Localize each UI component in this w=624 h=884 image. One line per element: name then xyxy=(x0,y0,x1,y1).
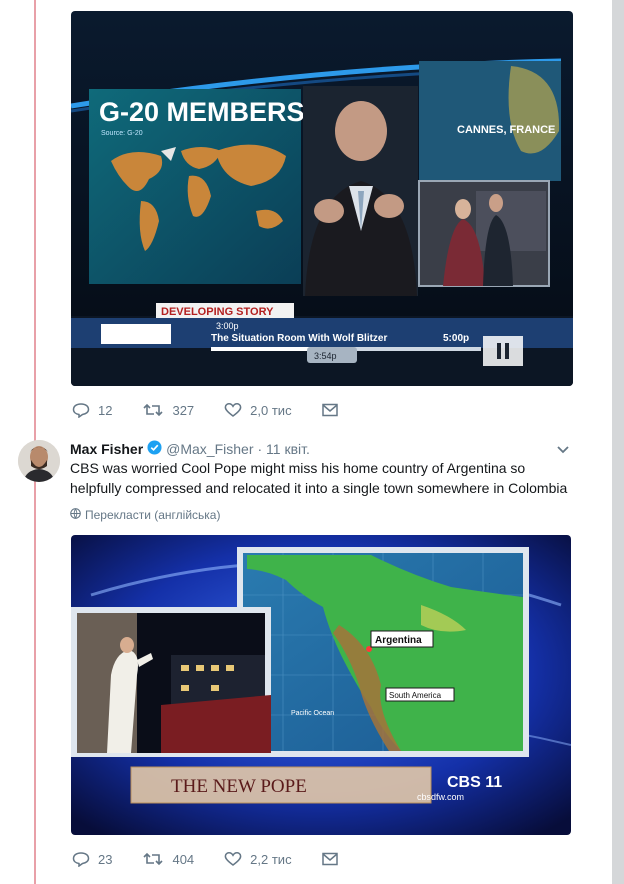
like-count: 2,0 тис xyxy=(250,402,292,418)
g20-broadcast-still: G-20 MEMBERS Source: G-20 CANNES, FRANCE xyxy=(71,11,573,386)
tweet1-actions: 12 327 2,0 тис xyxy=(72,402,368,418)
retweet-count: 327 xyxy=(172,402,195,418)
time-left: 3:00p xyxy=(216,321,239,331)
retweet-button[interactable]: 327 xyxy=(142,402,194,418)
like-count: 2,2 тис xyxy=(250,851,292,867)
reply-count: 23 xyxy=(98,851,113,867)
reply-count: 12 xyxy=(98,402,113,418)
retweet-icon xyxy=(142,402,164,418)
author-handle[interactable]: @Max_Fisher xyxy=(166,441,253,457)
reply-icon xyxy=(72,851,90,867)
translate-label: Перекласти (англійська) xyxy=(85,508,221,522)
envelope-icon xyxy=(321,403,338,417)
reply-button[interactable]: 23 xyxy=(72,851,112,867)
tweet2-actions: 23 404 2,2 тис xyxy=(72,851,368,867)
argentina-label: Argentina xyxy=(375,635,422,646)
time-right: 5:00p xyxy=(443,333,469,344)
retweet-icon xyxy=(142,851,164,867)
developing-story-banner: DEVELOPING STORY xyxy=(161,306,274,318)
reply-icon xyxy=(72,402,90,418)
tweet-date[interactable]: · 11 квіт. xyxy=(257,441,309,457)
heart-icon xyxy=(224,402,242,418)
ticker-text: The Situation Room With Wolf Blitzer xyxy=(211,333,387,344)
envelope-icon xyxy=(321,852,338,866)
scrollbar-track[interactable] xyxy=(612,0,624,884)
retweet-count: 404 xyxy=(172,851,195,867)
avatar[interactable] xyxy=(18,440,60,482)
tweet-header: Max Fisher @Max_Fisher · 11 квіт. xyxy=(70,440,310,458)
location-text: CANNES, FRANCE xyxy=(457,124,555,136)
ocean-label: Pacific Ocean xyxy=(291,710,334,717)
like-button[interactable]: 2,0 тис xyxy=(224,402,292,418)
time-mid: 3:54p xyxy=(314,351,337,361)
reply-button[interactable]: 12 xyxy=(72,402,112,418)
headline-text: G-20 MEMBERS xyxy=(99,97,305,127)
station-url: cbsdfw.com xyxy=(417,792,464,802)
station-logo: CBS 11 xyxy=(447,774,502,791)
lower-third-text: THE NEW POPE xyxy=(171,776,307,797)
like-button[interactable]: 2,2 тис xyxy=(224,851,292,867)
tweet-image-g20[interactable]: G-20 MEMBERS Source: G-20 CANNES, FRANCE xyxy=(71,11,573,386)
retweet-button[interactable]: 404 xyxy=(142,851,194,867)
tweet-image-pope[interactable]: Argentina South America Pacific Ocean TH… xyxy=(71,535,571,835)
heart-icon xyxy=(224,851,242,867)
dm-button[interactable] xyxy=(321,403,338,417)
south-america-label: South America xyxy=(389,691,442,700)
pope-broadcast-still: Argentina South America Pacific Ocean TH… xyxy=(71,535,571,835)
source-text: Source: G-20 xyxy=(101,130,143,137)
tweet-text: CBS was worried Cool Pope might miss his… xyxy=(70,460,568,496)
globe-icon xyxy=(70,508,81,522)
translate-link[interactable]: Перекласти (англійська) xyxy=(70,508,220,522)
author-name[interactable]: Max Fisher xyxy=(70,441,143,457)
verified-icon xyxy=(147,440,162,458)
dm-button[interactable] xyxy=(321,852,338,866)
